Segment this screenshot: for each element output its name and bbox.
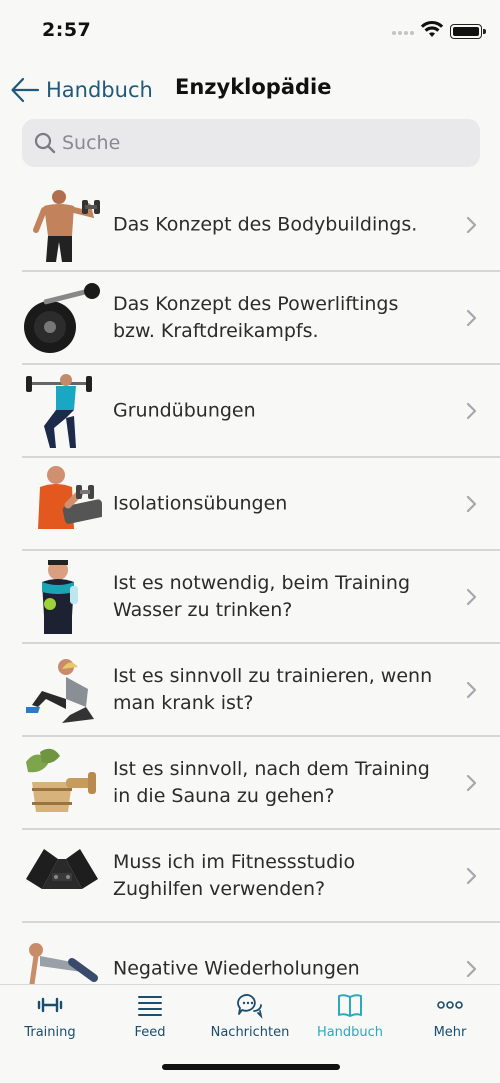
list-item-negative-wiederholungen[interactable]: Negative Wiederholungen <box>0 922 500 984</box>
list-item-label: Ist es sinnvoll, nach dem Training in di… <box>113 757 430 807</box>
list-item-powerlifting[interactable]: Das Konzept des Powerliftings bzw. Kraft… <box>0 271 500 364</box>
phone-screen: 2:57 Handbuch Enzyklopädie Suche Das Kon… <box>0 0 500 1083</box>
tab-mehr[interactable]: Mehr <box>400 991 500 1045</box>
search-bar[interactable] <box>22 119 480 167</box>
chevron-right-icon <box>466 867 477 884</box>
list-item-label: Negative Wiederholungen <box>113 957 360 979</box>
sick-athlete-image <box>26 659 94 723</box>
search-icon <box>34 132 56 154</box>
back-button[interactable]: Handbuch <box>10 74 153 106</box>
chevron-right-icon <box>466 216 477 233</box>
curl-image <box>38 466 102 529</box>
tab-nachrichten[interactable]: Nachrichten <box>200 991 300 1045</box>
dumbbell-icon <box>37 997 63 1013</box>
chevron-right-icon <box>466 402 477 419</box>
status-bar: 2:57 <box>0 0 500 62</box>
chevron-right-icon <box>466 960 477 977</box>
back-label: Handbuch <box>46 78 153 102</box>
book-icon <box>338 994 362 1017</box>
tab-label: Handbuch <box>316 1025 384 1040</box>
list-item-isolationsuebungen[interactable]: Isolationsübungen <box>0 457 500 550</box>
wifi-icon <box>420 20 444 37</box>
list-item-label: Grundübungen <box>113 399 256 421</box>
list-item-label: Ist es notwendig, beim Training Wasser z… <box>113 571 411 621</box>
sauna-image <box>26 748 96 812</box>
list-item-label: Das Konzept des Powerliftings bzw. Kraft… <box>113 292 399 342</box>
chevron-right-icon <box>466 774 477 791</box>
chevron-right-icon <box>466 681 477 698</box>
tab-label: Feed <box>134 1025 166 1040</box>
list-item-wasser-trinken[interactable]: Ist es notwendig, beim Training Wasser z… <box>0 550 500 643</box>
barbell-image <box>24 283 100 353</box>
feed-lines-icon <box>138 996 162 1016</box>
water-bottle-image <box>42 560 78 634</box>
squat-image <box>26 374 92 448</box>
list-item-zughilfen[interactable]: Muss ich im Fitnessstudio Zughilfen verw… <box>0 829 500 922</box>
pushup-image <box>29 943 98 984</box>
list-item-sauna[interactable]: Ist es sinnvoll, nach dem Training in di… <box>0 736 500 829</box>
more-dots-icon <box>437 1001 463 1009</box>
tab-label: Nachrichten <box>210 1025 290 1040</box>
bodybuilder-image <box>33 190 100 262</box>
status-time: 2:57 <box>42 19 92 41</box>
encyclopedia-list: Das Konzept des Bodybuildings. Das Konze… <box>0 178 500 984</box>
page-title: Enzyklopädie <box>175 75 332 99</box>
list-item-grunduebungen[interactable]: Grundübungen <box>0 364 500 457</box>
chevron-right-icon <box>466 309 477 326</box>
tab-label: Training <box>24 1025 76 1040</box>
list-item-label: Isolationsübungen <box>113 492 288 514</box>
battery-icon <box>450 24 486 39</box>
home-indicator <box>162 1064 340 1070</box>
chevron-right-icon <box>466 495 477 512</box>
tab-handbuch[interactable]: Handbuch <box>300 991 400 1045</box>
search-input[interactable] <box>62 132 462 154</box>
tab-training[interactable]: Training <box>0 991 100 1045</box>
cellular-signal-icon <box>392 31 416 39</box>
list-item-label: Muss ich im Fitnessstudio Zughilfen verw… <box>113 850 356 900</box>
chat-bubbles-icon <box>237 994 263 1019</box>
tab-label: Mehr <box>433 1025 467 1040</box>
list-item-label: Das Konzept des Bodybuildings. <box>113 213 418 235</box>
lifting-straps-image <box>26 849 98 889</box>
tab-feed[interactable]: Feed <box>100 991 200 1045</box>
list-item-label: Ist es sinnvoll zu trainieren, wenn man … <box>113 664 433 714</box>
list-item-bodybuilding[interactable]: Das Konzept des Bodybuildings. <box>0 178 500 271</box>
chevron-right-icon <box>466 588 477 605</box>
list-item-krank-trainieren[interactable]: Ist es sinnvoll zu trainieren, wenn man … <box>0 643 500 736</box>
back-arrow-icon <box>11 77 40 103</box>
